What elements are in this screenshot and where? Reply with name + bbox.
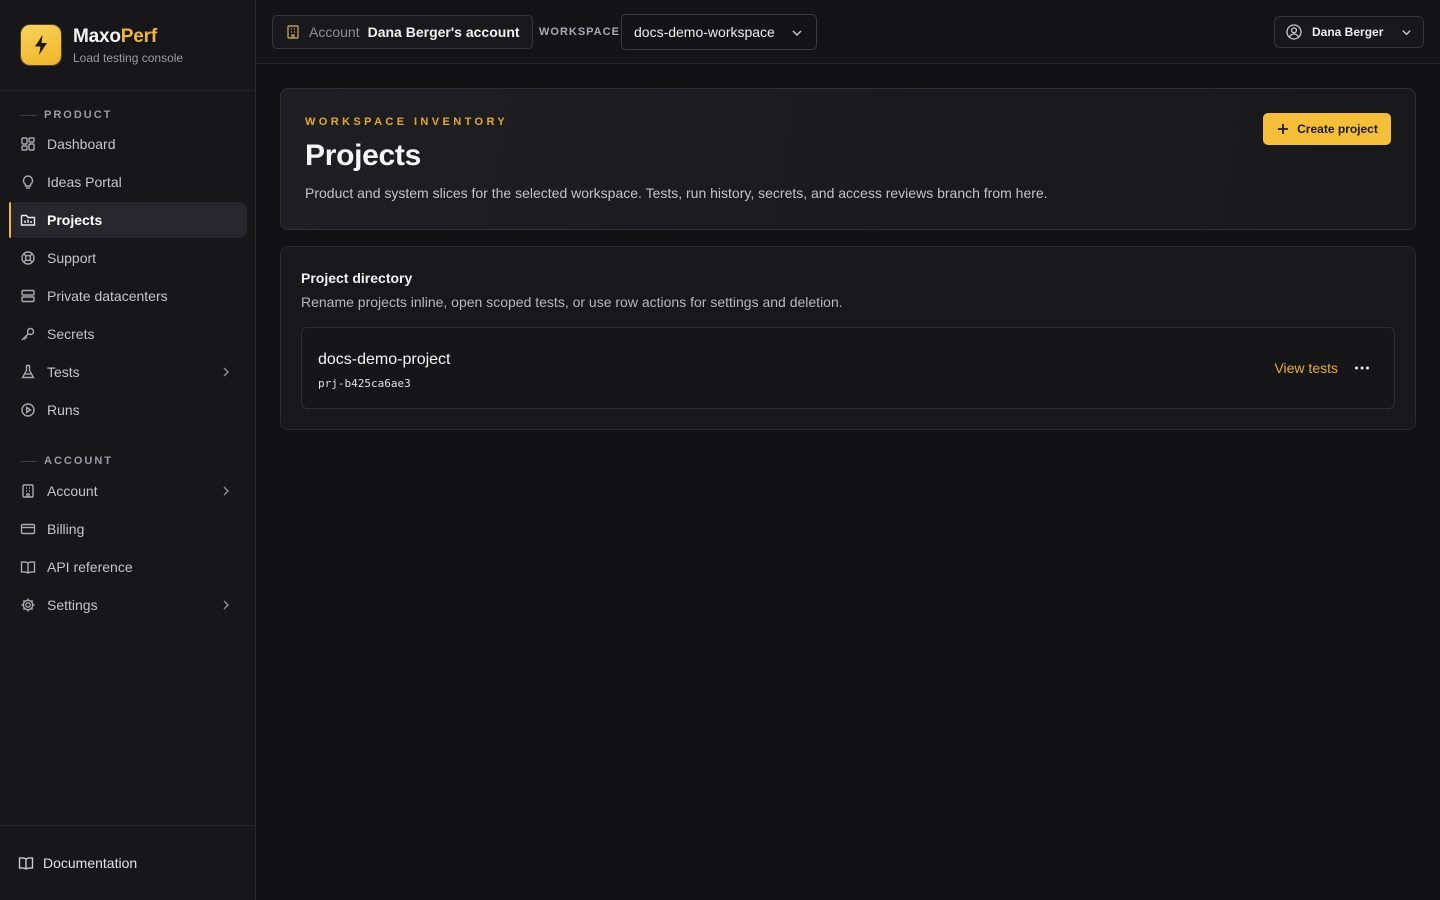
user-menu[interactable]: Dana Berger <box>1274 16 1424 48</box>
sidebar-item-runs[interactable]: Runs <box>9 392 247 428</box>
workspace-label: WORKSPACE <box>539 26 620 38</box>
sidebar-item-label: Account <box>47 483 98 499</box>
directory-title: Project directory <box>301 270 413 286</box>
sidebar-item-label: Settings <box>47 597 98 613</box>
sidebar-item-private-datacenters[interactable]: Private datacenters <box>9 278 247 314</box>
sidebar-item-account[interactable]: Account <box>9 473 247 509</box>
more-horizontal-icon[interactable] <box>1350 359 1374 377</box>
flask-icon <box>20 364 36 380</box>
documentation-label: Documentation <box>43 855 138 871</box>
account-switcher[interactable]: Account Dana Berger's account <box>272 15 533 49</box>
directory-description: Rename projects inline, open scoped test… <box>301 294 843 310</box>
sidebar-item-projects[interactable]: Projects <box>9 202 247 238</box>
sidebar-item-label: Support <box>47 250 97 266</box>
sidebar-item-label: Secrets <box>47 326 95 342</box>
page-description: Product and system slices for the select… <box>305 185 1048 201</box>
account-value: Dana Berger's account <box>367 24 520 40</box>
sidebar-item-label: API reference <box>47 559 133 575</box>
sidebar-item-secrets[interactable]: Secrets <box>9 316 247 352</box>
gear-icon <box>20 597 36 613</box>
nav-section-product: PRODUCT Dashboard Ideas Portal Projects … <box>0 106 256 430</box>
page-header-card: WORKSPACE INVENTORY Projects Product and… <box>280 88 1416 230</box>
create-project-button[interactable]: Create project <box>1263 113 1391 145</box>
sidebar-item-label: Projects <box>47 212 103 228</box>
sidebar-item-support[interactable]: Support <box>9 240 247 276</box>
credit-card-icon <box>20 521 36 537</box>
nav-section-account: ACCOUNT Account Billing API reference Se… <box>0 452 256 625</box>
chevron-right-icon <box>219 598 233 612</box>
key-icon <box>20 326 36 342</box>
create-project-label: Create project <box>1297 122 1378 136</box>
plus-icon <box>1276 122 1290 136</box>
table-row: docs-demo-project prj-b425ca6ae3 View te… <box>301 327 1395 409</box>
building-icon <box>20 483 36 499</box>
book-icon <box>20 559 36 575</box>
project-directory: Project directory Rename projects inline… <box>280 246 1416 430</box>
brand[interactable]: MaxoPerf Load testing console <box>0 0 255 91</box>
sidebar-item-billing[interactable]: Billing <box>9 511 247 547</box>
sidebar-item-dashboard[interactable]: Dashboard <box>9 126 247 162</box>
building-icon <box>285 24 301 40</box>
lightbulb-icon <box>20 174 36 190</box>
sidebar-item-label: Runs <box>47 402 80 418</box>
sidebar: MaxoPerf Load testing console PRODUCT Da… <box>0 0 256 900</box>
page-title: Projects <box>305 139 421 172</box>
sidebar-item-label: Dashboard <box>47 136 116 152</box>
sidebar-item-label: Ideas Portal <box>47 174 122 190</box>
sidebar-item-tests[interactable]: Tests <box>9 354 247 390</box>
workspace-select[interactable]: docs-demo-workspace <box>621 14 817 50</box>
chevron-right-icon <box>219 484 233 498</box>
account-label: Account <box>309 24 360 40</box>
sidebar-item-ideas-portal[interactable]: Ideas Portal <box>9 164 247 200</box>
sidebar-item-label: Private datacenters <box>47 288 168 304</box>
lightning-bolt-icon <box>21 25 61 65</box>
brand-name: MaxoPerf <box>73 25 157 47</box>
lifebuoy-icon <box>20 250 36 266</box>
sidebar-item-settings[interactable]: Settings <box>9 587 247 623</box>
eyebrow-label: WORKSPACE INVENTORY <box>305 116 509 128</box>
book-icon <box>18 855 34 871</box>
chevron-down-icon <box>790 26 804 40</box>
server-icon <box>20 288 36 304</box>
sidebar-item-label: Billing <box>47 521 85 537</box>
sidebar-item-label: Tests <box>47 364 80 380</box>
chevron-down-icon <box>1400 26 1413 39</box>
view-tests-link[interactable]: View tests <box>1274 360 1338 376</box>
brand-subtitle: Load testing console <box>73 50 184 65</box>
folder-chart-icon <box>20 212 36 228</box>
workspace-value: docs-demo-workspace <box>634 24 775 40</box>
play-circle-icon <box>20 402 36 418</box>
chevron-right-icon <box>219 365 233 379</box>
topbar: Account Dana Berger's account WORKSPACE … <box>256 0 1440 64</box>
project-id: prj-b425ca6ae3 <box>318 377 411 390</box>
section-label-account: ACCOUNT <box>0 452 256 470</box>
project-name[interactable]: docs-demo-project <box>318 351 451 369</box>
user-name: Dana Berger <box>1312 25 1384 39</box>
sidebar-item-documentation[interactable]: Documentation <box>0 825 256 900</box>
section-label-product: PRODUCT <box>0 106 256 124</box>
grid-icon <box>20 136 36 152</box>
user-circle-icon <box>1285 23 1303 41</box>
sidebar-item-api-reference[interactable]: API reference <box>9 549 247 585</box>
